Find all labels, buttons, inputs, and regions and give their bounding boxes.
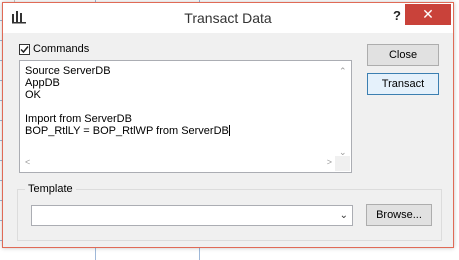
command-line: OK xyxy=(25,89,41,101)
command-line: Source ServerDB xyxy=(25,65,111,77)
template-combobox[interactable]: ⌄ xyxy=(31,205,353,226)
chevron-down-icon[interactable]: ⌄ xyxy=(340,210,348,221)
scroll-right-icon[interactable]: > xyxy=(327,157,332,167)
transact-button[interactable]: Transact xyxy=(367,73,439,95)
commands-textarea[interactable]: Source ServerDB AppDB OK Import from Ser… xyxy=(19,60,352,173)
scrollbar-corner xyxy=(335,156,350,171)
close-window-button[interactable]: ✕ xyxy=(405,4,451,25)
horizontal-scrollbar[interactable]: < > xyxy=(21,156,336,171)
commands-checkbox[interactable] xyxy=(19,44,30,55)
commands-label[interactable]: Commands xyxy=(33,43,89,55)
command-line: AppDB xyxy=(25,77,60,89)
transact-data-dialog: Transact Data ? ✕ Commands Source Server… xyxy=(2,2,454,248)
background-sheet-bottom xyxy=(0,248,459,260)
scroll-up-icon[interactable]: ⌃ xyxy=(339,66,347,77)
vertical-scrollbar[interactable]: ⌃ ⌄ xyxy=(335,62,350,157)
text-caret xyxy=(228,125,230,136)
command-line: BOP_RtlLY = BOP_RtlWP from ServerDB xyxy=(25,125,229,137)
close-button[interactable]: Close xyxy=(367,44,439,66)
template-group-label: Template xyxy=(25,183,76,195)
title-bar[interactable]: Transact Data ? ✕ xyxy=(3,3,453,33)
checkmark-icon xyxy=(20,46,29,54)
browse-button[interactable]: Browse... xyxy=(366,204,432,226)
scroll-left-icon[interactable]: < xyxy=(25,157,30,167)
commands-text[interactable]: Source ServerDB AppDB OK Import from Ser… xyxy=(25,65,230,137)
command-line: Import from ServerDB xyxy=(25,113,132,125)
